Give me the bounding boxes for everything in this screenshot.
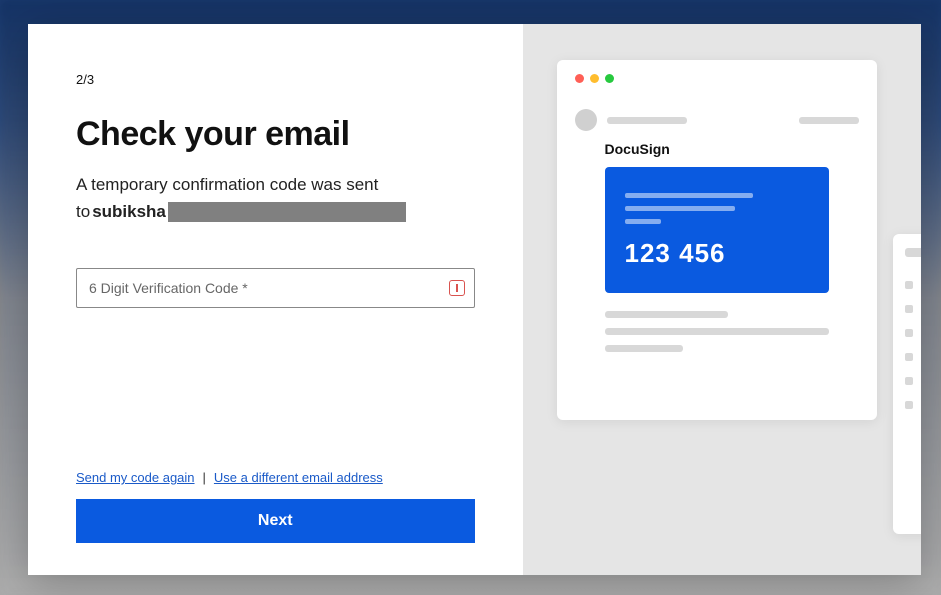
link-separator: | [203, 470, 206, 485]
illustration-code-card: 123 456 [605, 167, 829, 293]
avatar-placeholder-icon [575, 109, 597, 131]
spacer [76, 328, 475, 471]
list-item [905, 353, 922, 361]
placeholder-line [625, 219, 662, 224]
list-item [905, 281, 922, 289]
bullet-icon [905, 329, 913, 337]
page-title: Check your email [76, 115, 475, 154]
list-item [905, 305, 922, 313]
placeholder-line [921, 281, 922, 289]
placeholder-line [605, 328, 829, 335]
placeholder-line [605, 345, 683, 352]
verification-modal: 2/3 Check your email A temporary confirm… [28, 24, 921, 575]
window-traffic-lights [575, 74, 859, 83]
subtitle-text: A temporary confirmation code was sent [76, 172, 475, 198]
illustration-side-card [893, 234, 922, 534]
illustration-brand: DocuSign [605, 141, 859, 157]
list-item [905, 329, 922, 337]
placeholder-line [605, 311, 728, 318]
placeholder-line [607, 117, 687, 124]
bullet-icon [905, 305, 913, 313]
placeholder-line [921, 401, 922, 409]
placeholder-line [799, 117, 859, 124]
resend-code-link[interactable]: Send my code again [76, 470, 195, 485]
email-line: to subiksha [76, 202, 475, 222]
maximize-dot-icon [605, 74, 614, 83]
illustration-email-window: DocuSign 123 456 [557, 60, 877, 420]
bullet-icon [905, 353, 913, 361]
email-redacted [168, 202, 406, 222]
illustration-sample-code: 123 456 [625, 238, 809, 269]
minimize-dot-icon [590, 74, 599, 83]
code-input-wrap [76, 268, 475, 308]
bullet-icon [905, 281, 913, 289]
placeholder-line [921, 305, 922, 313]
form-pane: 2/3 Check your email A temporary confirm… [28, 24, 523, 575]
placeholder-line [625, 193, 754, 198]
to-prefix: to [76, 202, 90, 222]
placeholder-line [921, 353, 922, 361]
bullet-icon [905, 377, 913, 385]
step-indicator: 2/3 [76, 72, 475, 87]
close-dot-icon [575, 74, 584, 83]
list-item [905, 401, 922, 409]
placeholder-line [625, 206, 735, 211]
verification-code-input[interactable] [76, 268, 475, 308]
illustration-body-lines [605, 311, 829, 352]
different-email-link[interactable]: Use a different email address [214, 470, 383, 485]
links-row: Send my code again | Use a different ema… [76, 470, 475, 485]
placeholder-line [921, 377, 922, 385]
list-item [905, 377, 922, 385]
placeholder-line [921, 329, 922, 337]
placeholder-line [905, 248, 922, 257]
text-cursor-icon [449, 280, 465, 296]
bullet-icon [905, 401, 913, 409]
next-button[interactable]: Next [76, 499, 475, 543]
illustration-pane: DocuSign 123 456 [523, 24, 922, 575]
illustration-header-row [575, 109, 859, 131]
email-visible-part: subiksha [92, 202, 166, 222]
